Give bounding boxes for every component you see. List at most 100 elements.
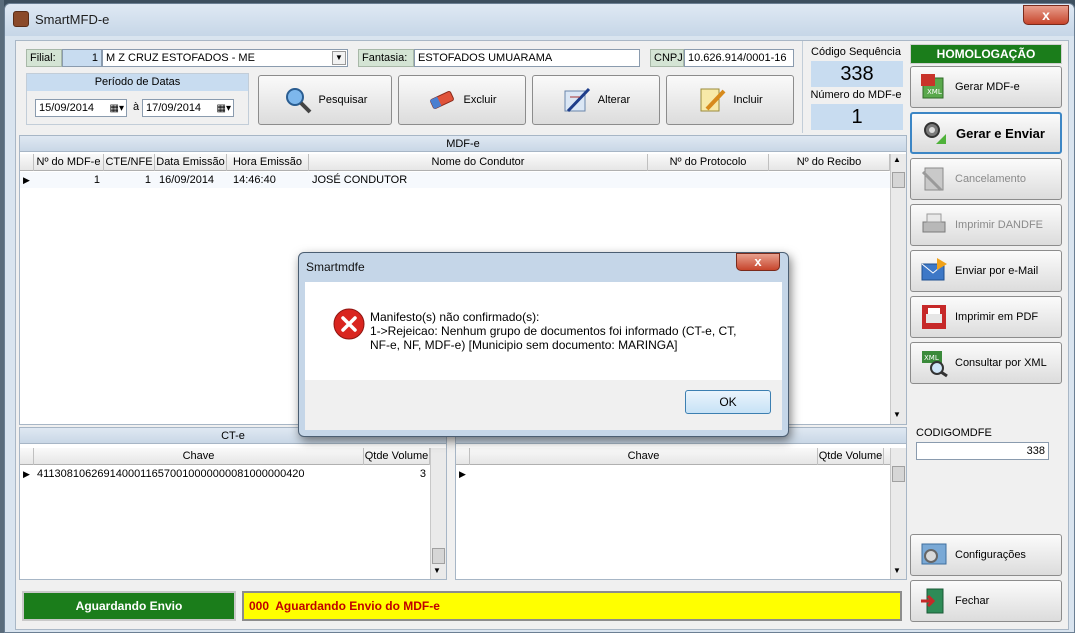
ok-button[interactable]: OK bbox=[685, 390, 771, 414]
window-title: SmartMFD-e bbox=[35, 12, 110, 27]
col-chave[interactable]: Chave bbox=[470, 448, 818, 465]
calendar-icon[interactable]: ▦▾ bbox=[217, 102, 231, 116]
date-from-value: 15/09/2014 bbox=[39, 102, 95, 114]
calendar-icon[interactable]: ▦▾ bbox=[110, 102, 124, 116]
periodo-label: Período de Datas bbox=[27, 74, 248, 91]
cancelamento-label: Cancelamento bbox=[955, 173, 1026, 185]
status-badge: Aguardando Envio bbox=[22, 591, 236, 621]
chevron-down-icon[interactable]: ▼ bbox=[332, 51, 346, 65]
periodo-group: Período de Datas 15/09/2014 ▦▾ à 17/09/2… bbox=[26, 73, 249, 125]
filial-name-select[interactable]: M Z CRUZ ESTOFADOS - ME ▼ bbox=[102, 49, 348, 67]
imprimir-pdf-button[interactable]: Imprimir em PDF bbox=[910, 296, 1062, 338]
filial-name-value: M Z CRUZ ESTOFADOS - ME bbox=[106, 52, 255, 64]
gerar-e-enviar-label: Gerar e Enviar bbox=[956, 125, 1045, 141]
table-row[interactable]: ▶ 1 1 16/09/2014 14:46:40 JOSÉ CONDUTOR bbox=[20, 172, 890, 188]
cancel-document-icon bbox=[921, 167, 944, 192]
enviar-email-label: Enviar por e-Mail bbox=[955, 265, 1039, 277]
scroll-down-icon[interactable]: ▼ bbox=[893, 566, 901, 575]
enviar-email-button[interactable]: Enviar por e-Mail bbox=[910, 250, 1062, 292]
scroll-down-icon[interactable]: ▼ bbox=[433, 566, 441, 575]
cell-recibo bbox=[773, 172, 888, 188]
configuracoes-button[interactable]: Configurações bbox=[910, 534, 1062, 576]
filial-label: Filial: bbox=[26, 49, 62, 67]
exit-door-icon bbox=[921, 588, 944, 614]
cte-grid-header: Chave Qtde Volume bbox=[20, 448, 430, 465]
cell-numero: 1 bbox=[93, 174, 100, 186]
scroll-thumb[interactable] bbox=[892, 172, 905, 188]
date-separator: à bbox=[133, 101, 140, 113]
codigomdfe-field[interactable]: 338 bbox=[916, 442, 1049, 460]
dialog-close-button[interactable]: x bbox=[736, 253, 780, 271]
configuracoes-label: Configurações bbox=[955, 549, 1026, 561]
mdfe-grid-scrollbar[interactable]: ▲ ▼ bbox=[890, 154, 906, 424]
row-indicator-header bbox=[456, 448, 470, 465]
codigo-sequencia-label: Código Sequência bbox=[811, 46, 901, 58]
date-to-field[interactable]: 17/09/2014 ▦▾ bbox=[142, 99, 234, 117]
codigomdfe-label: CODIGOMDFE bbox=[916, 427, 992, 439]
edit-pen-icon bbox=[564, 87, 590, 113]
scroll-up-icon[interactable]: ▲ bbox=[893, 155, 901, 164]
svg-text:XML: XML bbox=[927, 88, 942, 96]
eraser-icon bbox=[430, 90, 455, 110]
consultar-xml-button[interactable]: XML Consultar por XML bbox=[910, 342, 1062, 384]
fantasia-field[interactable]: ESTOFADOS UMUARAMA bbox=[414, 49, 640, 67]
cnpj-label: CNPJ bbox=[650, 49, 684, 67]
cnpj-field[interactable]: 10.626.914/0001-16 bbox=[684, 49, 794, 67]
table-row[interactable]: ▶ 41130810626914000116570010000000081000… bbox=[20, 466, 430, 482]
col-recibo[interactable]: Nº do Recibo bbox=[769, 154, 890, 171]
gerar-mdfe-button[interactable]: XML Gerar MDF-e bbox=[910, 66, 1062, 108]
nfe-grid-header: Chave Qtde Volume bbox=[456, 448, 890, 465]
filial-code-field[interactable]: 1 bbox=[62, 49, 102, 67]
cte-grid-scrollbar[interactable]: ▼ bbox=[430, 448, 446, 579]
consultar-xml-label: Consultar por XML bbox=[955, 357, 1047, 369]
pesquisar-button[interactable]: Pesquisar bbox=[258, 75, 392, 125]
col-nome-condutor[interactable]: Nome do Condutor bbox=[309, 154, 648, 171]
dialog-title: Smartmdfe bbox=[306, 260, 365, 274]
col-hora-emissao[interactable]: Hora Emissão bbox=[227, 154, 309, 171]
col-qtde-volume[interactable]: Qtde Volume bbox=[364, 448, 430, 465]
imprimir-danfe-button[interactable]: Imprimir DANDFE bbox=[910, 204, 1062, 246]
cell-data: 16/09/2014 bbox=[159, 174, 215, 186]
row-pointer-icon: ▶ bbox=[459, 469, 466, 479]
pesquisar-label: Pesquisar bbox=[318, 94, 368, 106]
xml-document-icon: XML bbox=[921, 74, 944, 99]
alterar-button[interactable]: Alterar bbox=[532, 75, 660, 125]
imprimir-pdf-label: Imprimir em PDF bbox=[955, 311, 1039, 323]
gerar-e-enviar-button[interactable]: Gerar e Enviar bbox=[910, 112, 1062, 154]
svg-text:XML: XML bbox=[924, 354, 939, 362]
dialog-message-line2: 1->Rejeicao: Nenhum grupo de documentos … bbox=[370, 324, 737, 338]
scroll-down-icon[interactable]: ▼ bbox=[893, 410, 901, 419]
error-dialog: Smartmdfe x Manifesto(s) não confirmado(… bbox=[298, 252, 789, 437]
title-bar: SmartMFD-e x bbox=[5, 4, 1074, 36]
col-qtde-volume[interactable]: Qtde Volume bbox=[818, 448, 884, 465]
dialog-footer: OK bbox=[305, 380, 782, 430]
incluir-button[interactable]: Incluir bbox=[666, 75, 794, 125]
cte-grid: CT-e Chave Qtde Volume ▶ 411308106269140… bbox=[19, 427, 447, 580]
error-icon bbox=[333, 308, 365, 340]
excluir-button[interactable]: Excluir bbox=[398, 75, 526, 125]
window-close-button[interactable]: x bbox=[1023, 5, 1069, 25]
date-to-value: 17/09/2014 bbox=[146, 102, 202, 114]
nfe-grid-scrollbar[interactable]: ▼ bbox=[890, 448, 906, 579]
cancelamento-button[interactable]: Cancelamento bbox=[910, 158, 1062, 200]
table-row[interactable]: ▶ bbox=[456, 466, 890, 482]
col-protocolo[interactable]: Nº do Protocolo bbox=[648, 154, 769, 171]
row-indicator-header bbox=[20, 154, 34, 171]
numero-mdfe-value: 1 bbox=[811, 104, 903, 130]
excluir-label: Excluir bbox=[463, 94, 497, 106]
date-from-field[interactable]: 15/09/2014 ▦▾ bbox=[35, 99, 127, 117]
col-cte-nfe[interactable]: CTE/NFE bbox=[104, 154, 155, 171]
row-indicator-header bbox=[20, 448, 34, 465]
gear-arrow-icon bbox=[924, 122, 946, 144]
pdf-printer-icon bbox=[922, 305, 946, 329]
fechar-button[interactable]: Fechar bbox=[910, 580, 1062, 622]
col-data-emissao[interactable]: Data Emissão bbox=[155, 154, 227, 171]
sequence-panel: Código Sequência 338 Número do MDF-e 1 bbox=[802, 41, 908, 133]
col-chave[interactable]: Chave bbox=[34, 448, 364, 465]
col-numero-mdfe[interactable]: Nº do MDF-e bbox=[34, 154, 104, 171]
imprimir-danfe-label: Imprimir DANDFE bbox=[955, 219, 1043, 231]
row-pointer-icon: ▶ bbox=[23, 469, 30, 479]
scroll-thumb[interactable] bbox=[432, 548, 445, 564]
scroll-thumb[interactable] bbox=[892, 466, 905, 482]
cell-hora: 14:46:40 bbox=[233, 174, 276, 186]
